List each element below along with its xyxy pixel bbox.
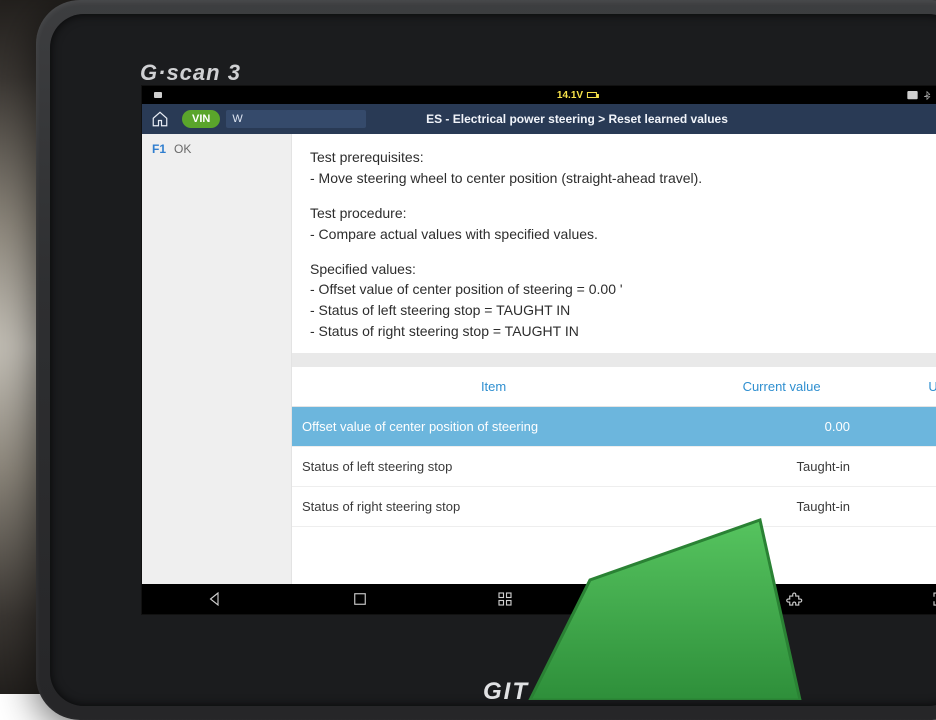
cell-unit: [868, 407, 936, 447]
data-table-wrap: Item Current value Unit Offset value of …: [292, 367, 936, 584]
sidebar: F1 OK: [142, 134, 292, 584]
status-voltage: 14.1V: [557, 90, 597, 101]
instr-spec-1: - Offset value of center position of ste…: [310, 280, 936, 299]
car-battery-icon: [587, 92, 597, 98]
sidebar-label: OK: [174, 142, 191, 156]
vin-value: W: [232, 113, 242, 125]
table-header-row: Item Current value Unit: [292, 367, 936, 407]
device-brand-bottom: GIT: [483, 678, 529, 706]
nav-globe[interactable]: [634, 584, 666, 614]
instr-spec-h: Specified values:: [310, 260, 936, 279]
content-area: Test prerequisites: - Move steering whee…: [292, 134, 936, 584]
instr-spec-2: - Status of left steering stop = TAUGHT …: [310, 301, 936, 320]
voltage-text: 14.1V: [557, 90, 583, 101]
recording-icon: [154, 92, 162, 98]
instr-prereq-h: Test prerequisites:: [310, 148, 936, 167]
vin-badge[interactable]: VIN: [182, 110, 220, 128]
table-row[interactable]: Offset value of center position of steer…: [292, 407, 936, 447]
col-unit: Unit: [868, 367, 936, 407]
android-nav-bar: [142, 584, 936, 614]
cell-unit: [868, 487, 936, 527]
breadcrumb: ES - Electrical power steering > Reset l…: [426, 112, 728, 126]
instr-spec-3: - Status of right steering stop = TAUGHT…: [310, 322, 936, 341]
nav-apps[interactable]: [489, 584, 521, 614]
nav-puzzle[interactable]: [779, 584, 811, 614]
globe-icon: [641, 590, 659, 608]
app-header: VIN W ES - Electrical power steering > R…: [142, 104, 936, 134]
cell-value: 0.00: [695, 407, 868, 447]
cell-item: Status of left steering stop: [292, 447, 695, 487]
cell-item: Status of right steering stop: [292, 487, 695, 527]
tablet-device: G·scan 3 GIT 14.1V 100% 10:: [36, 0, 936, 720]
device-brand-top: G·scan 3: [140, 60, 241, 86]
table-row[interactable]: Status of right steering stop Taught-in: [292, 487, 936, 527]
triangle-back-icon: [206, 590, 224, 608]
instr-proc-1: - Compare actual values with specified v…: [310, 225, 936, 244]
data-table: Item Current value Unit Offset value of …: [292, 367, 936, 584]
instructions-panel: Test prerequisites: - Move steering whee…: [292, 134, 936, 367]
fullscreen-icon: [931, 590, 936, 608]
home-button[interactable]: [142, 104, 178, 134]
screen: 14.1V 100% 10: VIN W ES - Ele: [142, 86, 936, 614]
cell-unit: [868, 447, 936, 487]
puzzle-icon: [786, 590, 804, 608]
vin-field[interactable]: W: [226, 110, 366, 128]
nav-back[interactable]: [199, 584, 231, 614]
nav-fullscreen[interactable]: [924, 584, 936, 614]
bluetooth-icon: [923, 91, 932, 100]
table-row[interactable]: Status of left steering stop Taught-in: [292, 447, 936, 487]
cell-value: Taught-in: [695, 487, 868, 527]
square-recent-icon: [351, 590, 369, 608]
col-value: Current value: [695, 367, 868, 407]
cell-item: Offset value of center position of steer…: [292, 407, 695, 447]
instr-proc-h: Test procedure:: [310, 204, 936, 223]
grid-apps-icon: [496, 590, 514, 608]
cast-icon: [907, 90, 918, 101]
android-status-bar: 14.1V 100% 10:: [142, 86, 936, 104]
vin-badge-label: VIN: [192, 113, 210, 125]
sidebar-fkey: F1: [152, 142, 166, 156]
sidebar-item-ok[interactable]: F1 OK: [142, 134, 291, 164]
main-area: F1 OK Test prerequisites: - Move steerin…: [142, 134, 936, 584]
nav-recent[interactable]: [344, 584, 376, 614]
instr-prereq-1: - Move steering wheel to center position…: [310, 169, 936, 188]
col-item: Item: [292, 367, 695, 407]
table-row-empty: [292, 527, 936, 584]
home-icon: [151, 110, 169, 128]
cell-value: Taught-in: [695, 447, 868, 487]
